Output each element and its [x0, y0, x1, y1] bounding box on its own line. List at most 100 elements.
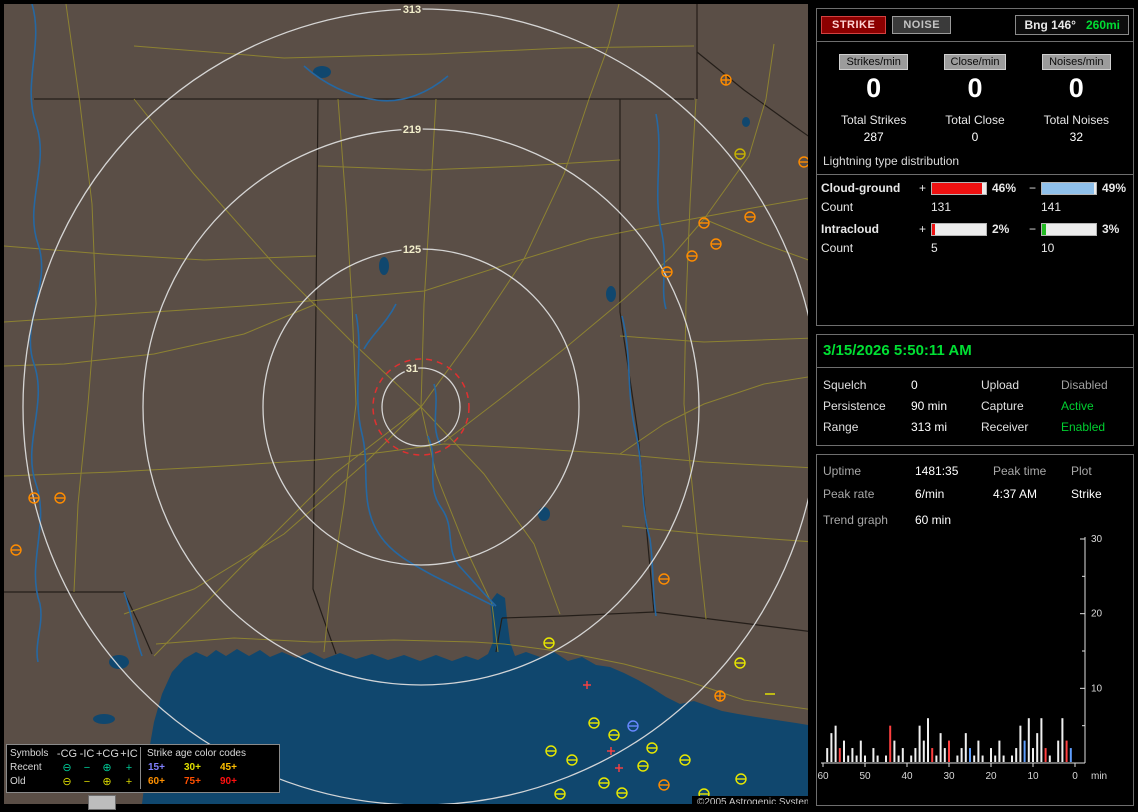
- peak-time-value: 4:37 AM: [993, 487, 1038, 501]
- persistence-label: Persistence: [823, 399, 886, 413]
- cg-minus-bar-fill: [1042, 182, 1095, 194]
- minus-sign: −: [1029, 181, 1037, 195]
- legend-header-symbols: Symbols: [10, 748, 49, 759]
- cloud-ground-label: Cloud-ground: [821, 181, 901, 195]
- upload-label: Upload: [981, 378, 1020, 392]
- age-90: 90+: [220, 776, 237, 787]
- svg-text:min: min: [1091, 771, 1107, 782]
- cg-plus-count: 131: [931, 200, 952, 214]
- total-noises-value: 32: [1069, 130, 1083, 144]
- plot-label: Plot: [1071, 464, 1092, 478]
- peak-rate-label: Peak rate: [823, 487, 875, 501]
- cg-minus-pct: 49%: [1102, 181, 1127, 195]
- total-strikes-label: Total Strikes: [840, 113, 907, 127]
- circle-plus-icon: ⊕: [102, 762, 112, 774]
- bearing-display: Bng 146° 260mi: [1015, 15, 1129, 35]
- cg-minus-count: 141: [1041, 200, 1062, 214]
- legend-col-pos-ic: +IC: [120, 748, 138, 760]
- uptime-label: Uptime: [823, 464, 862, 478]
- age-75: 75+: [184, 776, 201, 787]
- age-30: 30+: [184, 762, 201, 773]
- strike-marker: [720, 74, 732, 86]
- ic-minus-bar: [1041, 222, 1097, 236]
- strikes-per-min-label: Strikes/min: [839, 54, 908, 70]
- ic-plus-count: 5: [931, 241, 938, 255]
- range-value: 313 mi: [911, 420, 948, 434]
- ic-plus-bar: [931, 222, 987, 236]
- capture-label: Capture: [981, 399, 1024, 413]
- plus-icon: +: [125, 776, 133, 788]
- squelch-value: 0: [911, 378, 918, 392]
- svg-text:40: 40: [901, 771, 913, 782]
- legend-row-recent: Recent: [10, 762, 42, 773]
- count-label: Count: [821, 200, 854, 214]
- plus-icon: +: [125, 762, 133, 774]
- map-legend: Symbols -CG -IC +CG +IC Strike age color…: [6, 744, 280, 793]
- svg-text:20: 20: [985, 771, 997, 782]
- peak-rate-value: 6/min: [915, 487, 945, 501]
- nexstorm-window: 313 219 125 31 Symbols -CG -IC +CG +IC Stri…: [0, 0, 1138, 812]
- age-15: 15+: [148, 762, 165, 773]
- total-strikes-value: 287: [863, 130, 884, 144]
- persistence-value: 90 min: [911, 399, 948, 413]
- plot-value: Strike: [1071, 487, 1102, 501]
- bottom-scrollbar-thumb[interactable]: [88, 795, 116, 810]
- age-45: 45+: [220, 762, 237, 773]
- svg-text:50: 50: [859, 771, 871, 782]
- ic-minus-pct: 3%: [1102, 222, 1120, 236]
- legend-col-neg-cg: -CG: [56, 748, 78, 760]
- receiver-label: Receiver: [981, 420, 1029, 434]
- legend-divider: [140, 761, 148, 775]
- count-label: Count: [821, 241, 854, 255]
- circle-plus-icon: ⊕: [102, 776, 112, 788]
- strike-indicator[interactable]: STRIKE: [821, 16, 887, 34]
- receiver-status-panel: 3/15/2026 5:50:11 AM Squelch 0 Upload Di…: [816, 334, 1134, 446]
- svg-text:10: 10: [1091, 683, 1103, 694]
- legend-col-neg-ic: -IC: [79, 748, 95, 760]
- noise-indicator[interactable]: NOISE: [892, 16, 952, 34]
- lightning-map[interactable]: 313 219 125 31 Symbols -CG -IC +CG +IC Stri…: [4, 4, 808, 804]
- bearing-range: 260mi: [1085, 18, 1120, 32]
- plus-sign: +: [919, 222, 927, 236]
- svg-text:0: 0: [1072, 771, 1078, 782]
- close-per-min-label: Close/min: [943, 54, 1007, 70]
- uptime-value: 1481:35: [915, 464, 959, 478]
- peak-time-label: Peak time: [993, 464, 1047, 478]
- ring-label: 31: [406, 363, 418, 375]
- svg-text:30: 30: [1091, 534, 1103, 545]
- legend-header-age: Strike age color codes: [140, 747, 256, 761]
- ring-label: 313: [403, 4, 421, 16]
- capture-status: Active: [1061, 399, 1094, 413]
- age-60: 60+: [148, 776, 165, 787]
- divider: [817, 41, 1133, 42]
- copyright-notice: ©2005 Astrogenic Systems: [692, 796, 808, 804]
- bearing-value: Bng 146°: [1024, 18, 1076, 32]
- cg-plus-pct: 46%: [992, 181, 1017, 195]
- total-close-label: Total Close: [945, 113, 1005, 127]
- minus-icon: −: [83, 776, 91, 788]
- ic-plus-pct: 2%: [992, 222, 1010, 236]
- circle-minus-icon: ⊖: [62, 776, 72, 788]
- trend-graph-value: 60 min: [915, 513, 952, 527]
- svg-text:10: 10: [1027, 771, 1039, 782]
- plus-sign: +: [919, 181, 927, 195]
- ic-minus-count: 10: [1041, 241, 1055, 255]
- upload-status: Disabled: [1061, 378, 1108, 392]
- svg-text:30: 30: [943, 771, 955, 782]
- cg-plus-bar-fill: [932, 182, 982, 194]
- trend-chart: 10 20 30 60 50 40 30 20 10 0 min: [817, 534, 1107, 782]
- cg-minus-bar: [1041, 181, 1097, 195]
- receiver-status: Enabled: [1061, 420, 1106, 434]
- close-per-min-value: 0: [967, 73, 983, 103]
- datetime-display: 3/15/2026 5:50:11 AM: [823, 342, 972, 359]
- noises-per-min-value: 0: [1068, 73, 1084, 103]
- squelch-label: Squelch: [823, 378, 867, 392]
- intracloud-label: Intracloud: [821, 222, 880, 236]
- cg-plus-bar: [931, 181, 987, 195]
- minus-sign: −: [1029, 222, 1037, 236]
- total-noises-label: Total Noises: [1043, 113, 1109, 127]
- ic-plus-bar-fill: [932, 223, 936, 235]
- ring-label: 219: [403, 124, 421, 136]
- divider: [817, 367, 1133, 368]
- ring-label: 125: [403, 244, 421, 256]
